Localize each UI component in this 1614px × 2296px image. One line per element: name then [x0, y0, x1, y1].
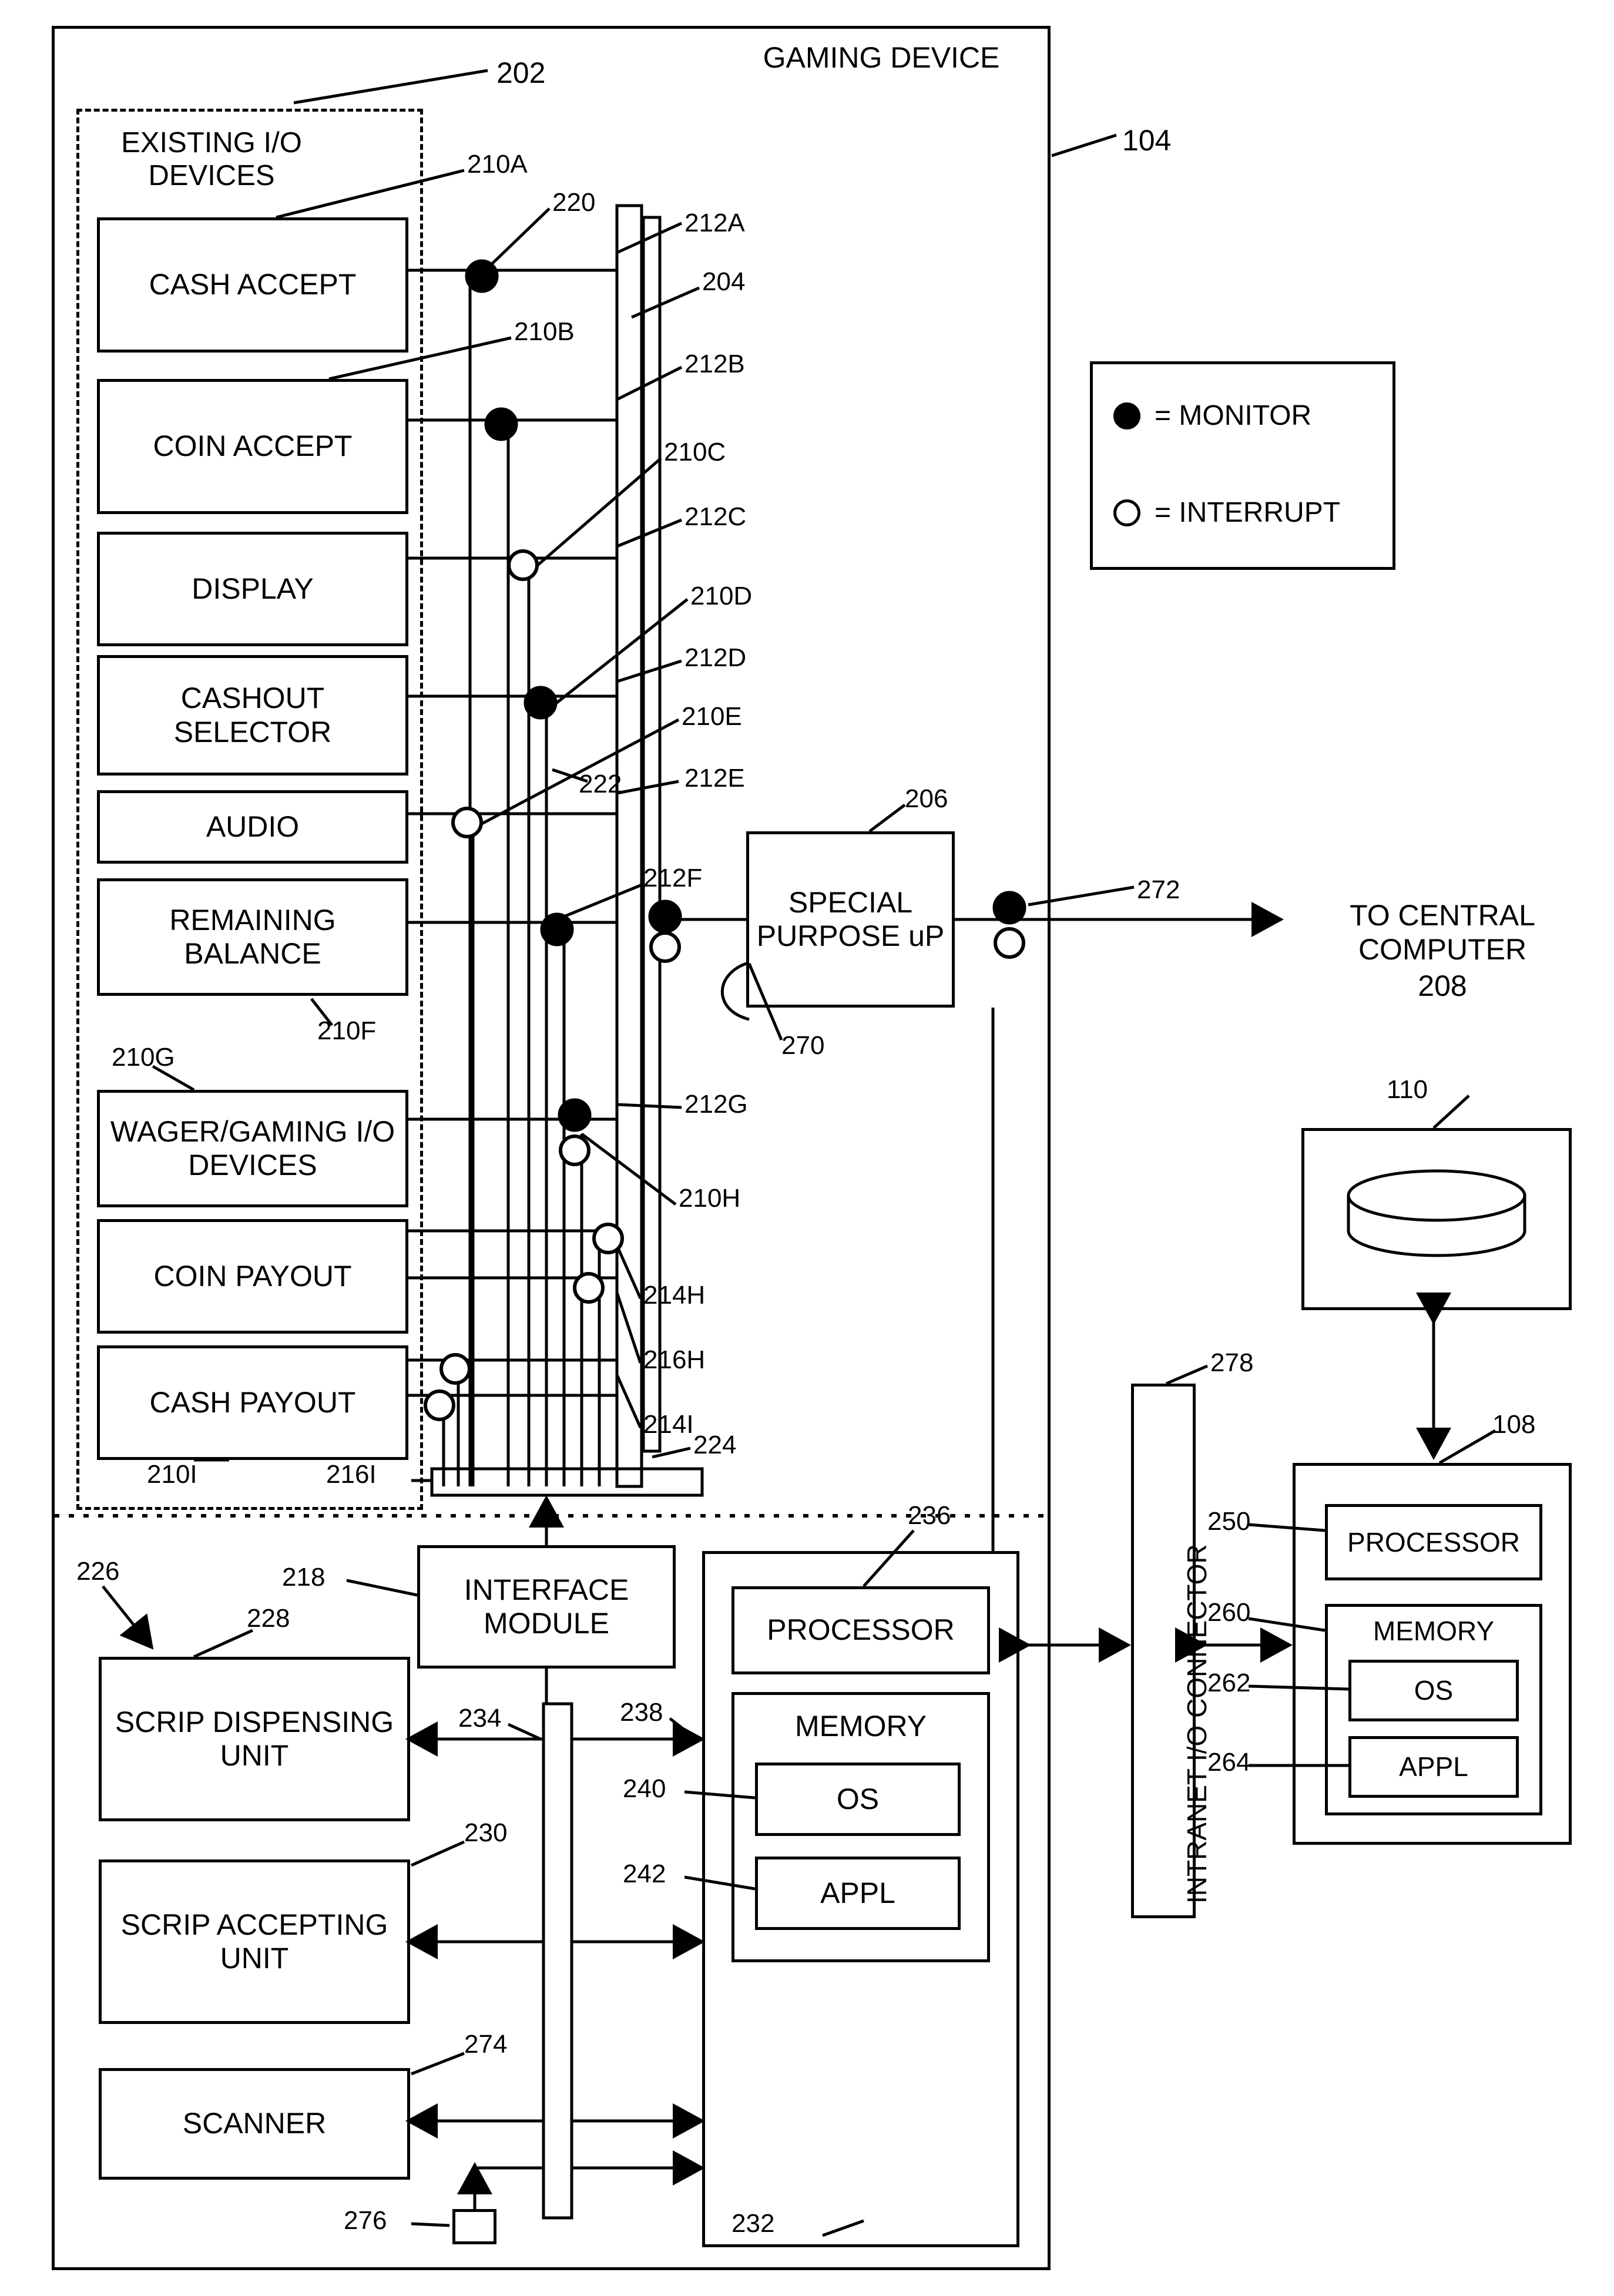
server-processor-box: PROCESSOR — [1325, 1504, 1542, 1580]
ref-108: 108 — [1492, 1410, 1536, 1439]
ref-274: 274 — [464, 2030, 508, 2059]
ref-264: 264 — [1207, 1748, 1251, 1777]
io-box-cashout-selector: CASHOUT SELECTOR — [97, 655, 408, 776]
controller-memory-os-box: OS — [755, 1763, 961, 1836]
ref-210G: 210G — [112, 1043, 175, 1072]
ref-110: 110 — [1387, 1075, 1428, 1104]
controller-processor-box: PROCESSOR — [731, 1586, 990, 1674]
ref-210E: 210E — [682, 702, 742, 731]
ref-202: 202 — [496, 56, 546, 89]
intranet-io-connector-label: INTRANET I/O CONNECTOR — [1182, 1544, 1212, 1904]
ref-250: 250 — [1207, 1507, 1251, 1536]
legend-interrupt-dot-icon — [1113, 499, 1140, 526]
io-box-coin-payout: COIN PAYOUT — [97, 1219, 408, 1334]
legend-monitor-dot-icon — [1113, 402, 1140, 429]
io-box-remaining-balance: REMAINING BALANCE — [97, 878, 408, 996]
ref-232: 232 — [731, 2209, 775, 2238]
ref-238: 238 — [620, 1698, 663, 1727]
ref-210B: 210B — [514, 317, 575, 346]
ref-240: 240 — [623, 1774, 666, 1803]
ref-212F: 212F — [643, 864, 703, 892]
ref-212C: 212C — [684, 502, 747, 531]
io-box-wager-gaming-io: WAGER/GAMING I/O DEVICES — [97, 1090, 408, 1207]
ref-212D: 212D — [684, 643, 747, 672]
ref-214I: 214I — [643, 1410, 694, 1439]
io-box-cash-payout: CASH PAYOUT — [97, 1345, 408, 1460]
server-memory-appl-box: APPL — [1348, 1736, 1519, 1798]
ref-230: 230 — [464, 1818, 508, 1847]
ref-204: 204 — [702, 267, 746, 296]
ref-278: 278 — [1210, 1348, 1254, 1377]
small-block-276 — [452, 2209, 496, 2244]
ref-242: 242 — [623, 1859, 666, 1888]
io-box-cash-accept: CASH ACCEPT — [97, 217, 408, 353]
scrip-dispensing-unit-box: SCRIP DISPENSING UNIT — [99, 1657, 410, 1821]
patent-figure: GAMING DEVICE 104 EXISTING I/O DEVICES 2… — [0, 0, 1614, 2296]
ref-220: 220 — [552, 188, 596, 217]
ref-270: 270 — [781, 1031, 825, 1060]
ref-104: 104 — [1122, 124, 1172, 157]
ref-210H: 210H — [679, 1184, 741, 1213]
special-purpose-up-box: SPECIAL PURPOSE uP — [746, 831, 955, 1008]
ref-260: 260 — [1207, 1598, 1251, 1627]
ref-210F: 210F — [317, 1016, 377, 1045]
ref-276: 276 — [344, 2206, 387, 2235]
ref-212A: 212A — [684, 209, 745, 237]
ref-272: 272 — [1137, 875, 1180, 904]
gaming-device-title: GAMING DEVICE — [763, 41, 1000, 74]
ref-210D: 210D — [690, 582, 753, 610]
io-box-audio: AUDIO — [97, 790, 408, 864]
ref-210I: 210I — [147, 1460, 197, 1489]
ref-214H: 214H — [643, 1281, 706, 1310]
legend-box — [1090, 361, 1395, 570]
ref-212B: 212B — [684, 350, 745, 378]
legend-interrupt-label: = INTERRUPT — [1155, 497, 1341, 528]
controller-memory-appl-box: APPL — [755, 1857, 961, 1930]
database-box — [1301, 1128, 1572, 1310]
ref-228: 228 — [247, 1604, 290, 1633]
ref-224: 224 — [693, 1431, 737, 1459]
legend-monitor-label: = MONITOR — [1155, 400, 1312, 431]
controller-memory-label: MEMORY — [794, 1710, 927, 1743]
ref-218: 218 — [282, 1563, 326, 1592]
interface-module-box: INTERFACE MODULE — [417, 1545, 676, 1669]
ref-222: 222 — [579, 770, 622, 798]
ref-262: 262 — [1207, 1669, 1251, 1697]
ref-226: 226 — [76, 1557, 120, 1586]
io-box-coin-accept: COIN ACCEPT — [97, 379, 408, 514]
server-memory-os-box: OS — [1348, 1660, 1519, 1721]
server-memory-label: MEMORY — [1373, 1616, 1495, 1646]
ref-212E: 212E — [684, 764, 745, 793]
scrip-accepting-unit-box: SCRIP ACCEPTING UNIT — [99, 1859, 410, 2024]
ref-210A: 210A — [467, 150, 528, 179]
io-box-display: DISPLAY — [97, 532, 408, 646]
ref-212G: 212G — [684, 1090, 748, 1119]
ref-234: 234 — [458, 1704, 502, 1733]
existing-io-devices-label: EXISTING I/O DEVICES — [121, 127, 302, 192]
ref-216I: 216I — [326, 1460, 377, 1489]
ref-208: 208 — [1418, 969, 1467, 1002]
to-central-computer-label: TO CENTRAL COMPUTER — [1350, 899, 1535, 966]
ref-216H: 216H — [643, 1345, 706, 1374]
ref-206: 206 — [905, 784, 948, 813]
ref-210C: 210C — [664, 438, 726, 466]
ref-236: 236 — [908, 1501, 951, 1530]
scanner-box: SCANNER — [99, 2068, 410, 2180]
